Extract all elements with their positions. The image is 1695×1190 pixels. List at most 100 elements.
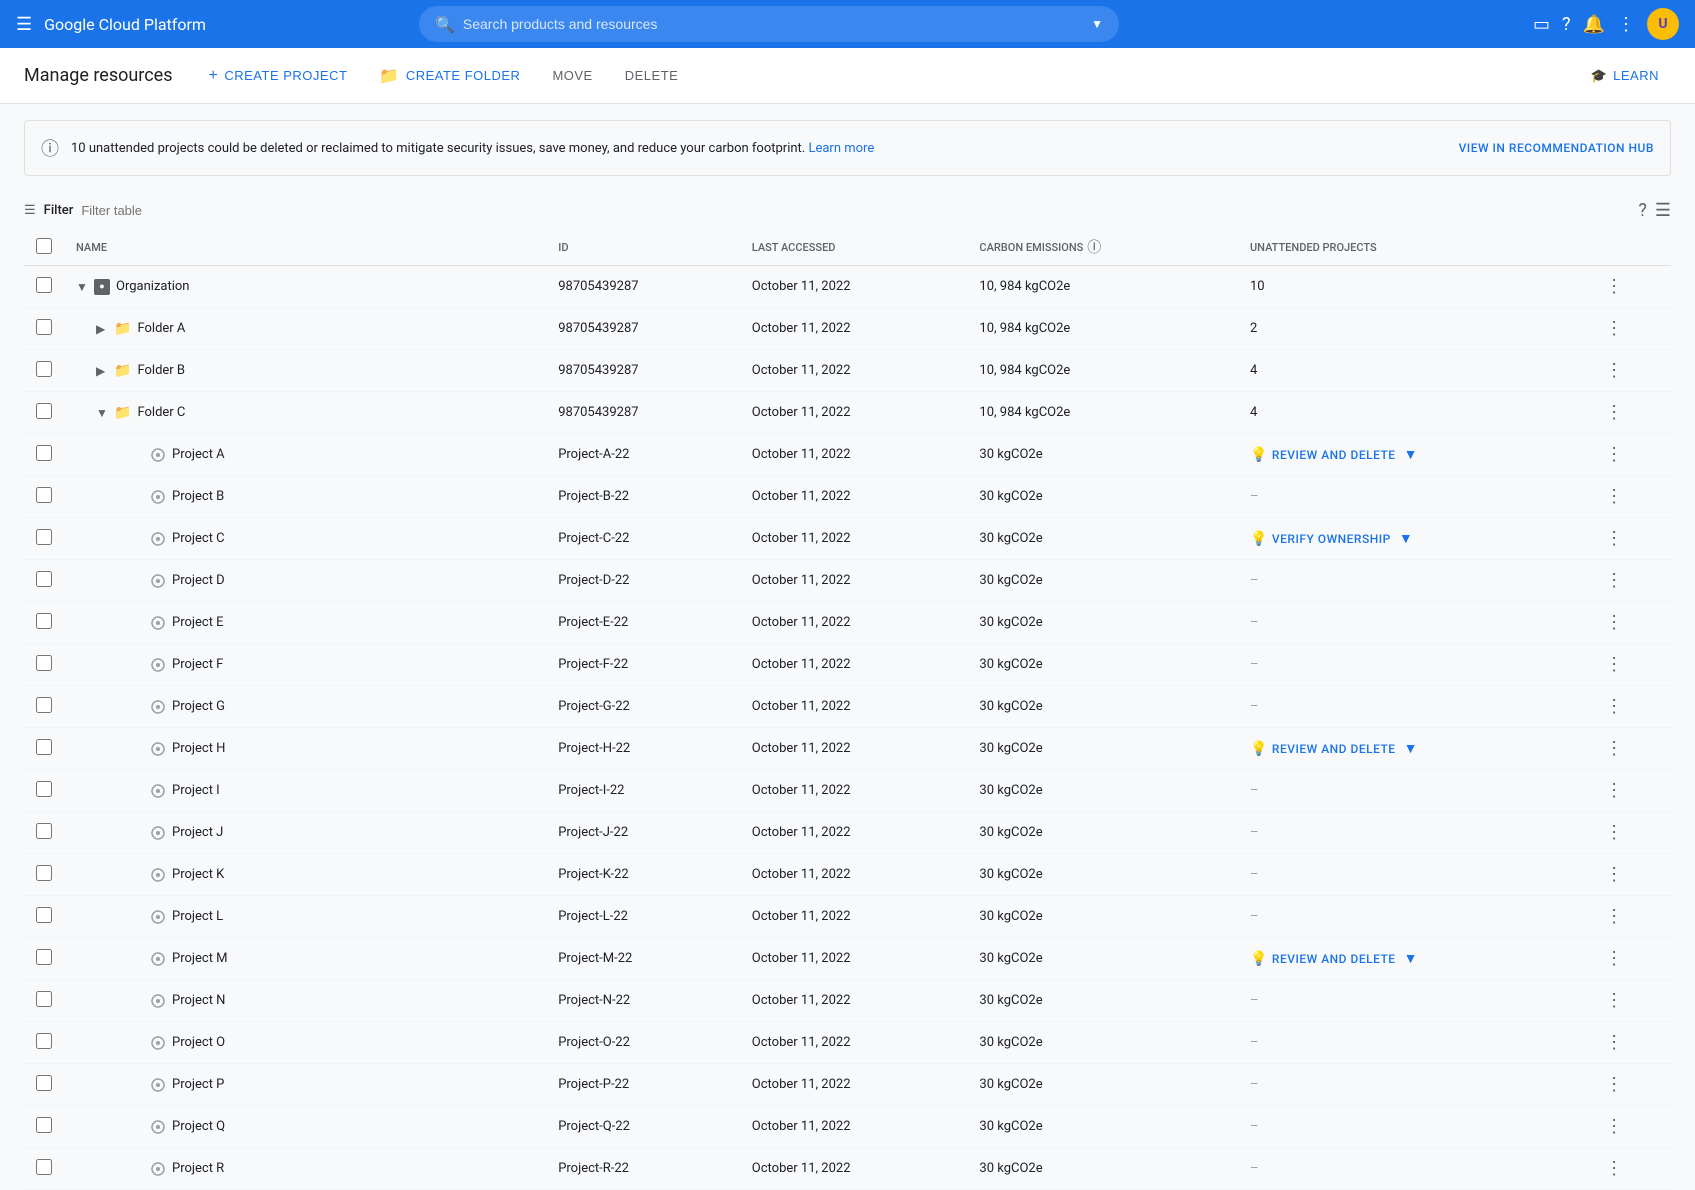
id-cell: Project-E-22 xyxy=(546,602,740,644)
create-project-button[interactable]: + CREATE PROJECT xyxy=(197,59,360,93)
row-checkbox[interactable] xyxy=(36,571,52,587)
search-input[interactable] xyxy=(463,16,1083,32)
unattended-count: 4 xyxy=(1250,363,1257,378)
row-checkbox[interactable] xyxy=(36,277,52,293)
unattended-cell: – xyxy=(1238,1064,1593,1106)
row-checkbox[interactable] xyxy=(36,949,52,965)
more-options-button[interactable]: ⋮ xyxy=(1605,780,1623,801)
unattended-action-button[interactable]: 💡 REVIEW AND DELETE xyxy=(1250,447,1396,463)
more-options-button[interactable]: ⋮ xyxy=(1605,822,1623,843)
table-row: Project F Project-F-22October 11, 202230… xyxy=(24,644,1671,686)
last-accessed-cell: October 11, 2022 xyxy=(740,476,968,518)
more-options-button[interactable]: ⋮ xyxy=(1605,528,1623,549)
more-options-button[interactable]: ⋮ xyxy=(1605,1116,1623,1137)
id-cell: Project-C-22 xyxy=(546,518,740,560)
row-checkbox[interactable] xyxy=(36,613,52,629)
row-checkbox[interactable] xyxy=(36,1117,52,1133)
unattended-action-button[interactable]: 💡 REVIEW AND DELETE xyxy=(1250,741,1396,757)
terminal-icon[interactable]: ▭ xyxy=(1533,14,1550,35)
unattended-cell: – xyxy=(1238,770,1593,812)
more-options-button[interactable]: ⋮ xyxy=(1605,570,1623,591)
column-settings-icon[interactable]: ☰ xyxy=(1655,200,1671,221)
row-checkbox[interactable] xyxy=(36,1159,52,1175)
table-row: Project L Project-L-22October 11, 202230… xyxy=(24,896,1671,938)
row-checkbox[interactable] xyxy=(36,319,52,335)
table-row: Project Q Project-Q-22October 11, 202230… xyxy=(24,1106,1671,1148)
select-all-header[interactable] xyxy=(24,229,64,266)
more-options-button[interactable]: ⋮ xyxy=(1605,948,1623,969)
action-dropdown-icon[interactable]: ▼ xyxy=(1404,950,1418,967)
filter-input[interactable] xyxy=(81,203,257,218)
create-folder-button[interactable]: 📁 CREATE FOLDER xyxy=(367,58,532,94)
notifications-icon[interactable]: 🔔 xyxy=(1583,14,1605,35)
learn-more-link[interactable]: Learn more xyxy=(808,141,874,156)
more-options-button[interactable]: ⋮ xyxy=(1605,990,1623,1011)
row-checkbox[interactable] xyxy=(36,445,52,461)
more-options-button[interactable]: ⋮ xyxy=(1605,612,1623,633)
row-checkbox[interactable] xyxy=(36,361,52,377)
more-options-button[interactable]: ⋮ xyxy=(1605,402,1623,423)
more-options-icon[interactable]: ⋮ xyxy=(1617,14,1635,35)
row-checkbox[interactable] xyxy=(36,403,52,419)
avatar[interactable]: U xyxy=(1647,8,1679,40)
more-options-button[interactable]: ⋮ xyxy=(1605,906,1623,927)
row-checkbox[interactable] xyxy=(36,739,52,755)
row-checkbox[interactable] xyxy=(36,865,52,881)
row-checkbox[interactable] xyxy=(36,697,52,713)
row-checkbox[interactable] xyxy=(36,781,52,797)
search-bar[interactable]: 🔍 ▼ xyxy=(419,6,1119,42)
search-dropdown-icon[interactable]: ▼ xyxy=(1091,17,1103,31)
row-checkbox[interactable] xyxy=(36,487,52,503)
row-checkbox[interactable] xyxy=(36,907,52,923)
more-options-button[interactable]: ⋮ xyxy=(1605,360,1623,381)
unattended-action-button[interactable]: 💡 REVIEW AND DELETE xyxy=(1250,951,1396,967)
more-options-button[interactable]: ⋮ xyxy=(1605,738,1623,759)
filter-help-icon[interactable]: ? xyxy=(1638,200,1647,221)
learn-button[interactable]: 🎓 LEARN xyxy=(1578,60,1671,92)
more-options-button[interactable]: ⋮ xyxy=(1605,1074,1623,1095)
action-dropdown-icon[interactable]: ▼ xyxy=(1399,530,1413,547)
more-options-cell: ⋮ xyxy=(1593,1106,1671,1148)
more-options-button[interactable]: ⋮ xyxy=(1605,1158,1623,1179)
more-options-button[interactable]: ⋮ xyxy=(1605,654,1623,675)
collapse-icon[interactable]: ▼ xyxy=(76,280,88,294)
hamburger-menu-icon[interactable]: ☰ xyxy=(16,14,32,35)
row-checkbox[interactable] xyxy=(36,1033,52,1049)
row-checkbox[interactable] xyxy=(36,991,52,1007)
carbon-cell: 30 kgCO2e xyxy=(967,1148,1238,1190)
more-options-button[interactable]: ⋮ xyxy=(1605,486,1623,507)
table-row: Project R Project-R-22October 11, 202230… xyxy=(24,1148,1671,1190)
row-checkbox[interactable] xyxy=(36,655,52,671)
more-options-button[interactable]: ⋮ xyxy=(1605,1032,1623,1053)
row-checkbox[interactable] xyxy=(36,823,52,839)
move-button[interactable]: MOVE xyxy=(540,60,604,91)
more-options-button[interactable]: ⋮ xyxy=(1605,276,1623,297)
carbon-cell: 30 kgCO2e xyxy=(967,938,1238,980)
row-name: Project R xyxy=(172,1161,224,1176)
carbon-cell: 30 kgCO2e xyxy=(967,476,1238,518)
row-name: Project M xyxy=(172,951,228,966)
expand-icon[interactable]: ▶ xyxy=(96,364,108,378)
help-icon[interactable]: ? xyxy=(1562,14,1571,35)
unattended-cell: – xyxy=(1238,1148,1593,1190)
more-options-button[interactable]: ⋮ xyxy=(1605,696,1623,717)
unattended-action-button[interactable]: 💡 VERIFY OWNERSHIP xyxy=(1250,531,1391,547)
delete-button[interactable]: DELETE xyxy=(613,60,691,91)
project-icon xyxy=(150,531,166,547)
carbon-cell: 30 kgCO2e xyxy=(967,896,1238,938)
collapse-icon[interactable]: ▼ xyxy=(96,406,108,420)
dash-value: – xyxy=(1250,1035,1259,1050)
expand-icon[interactable]: ▶ xyxy=(96,322,108,336)
view-recommendation-button[interactable]: VIEW IN RECOMMENDATION HUB xyxy=(1459,141,1654,155)
more-options-button[interactable]: ⋮ xyxy=(1605,318,1623,339)
select-all-checkbox[interactable] xyxy=(36,238,52,254)
action-dropdown-icon[interactable]: ▼ xyxy=(1404,740,1418,757)
more-options-cell: ⋮ xyxy=(1593,392,1671,434)
more-options-button[interactable]: ⋮ xyxy=(1605,864,1623,885)
action-dropdown-icon[interactable]: ▼ xyxy=(1404,446,1418,463)
create-folder-icon: 📁 xyxy=(379,66,399,86)
row-checkbox[interactable] xyxy=(36,529,52,545)
more-options-button[interactable]: ⋮ xyxy=(1605,444,1623,465)
row-checkbox[interactable] xyxy=(36,1075,52,1091)
carbon-info-icon[interactable]: ⓘ xyxy=(1087,237,1101,257)
